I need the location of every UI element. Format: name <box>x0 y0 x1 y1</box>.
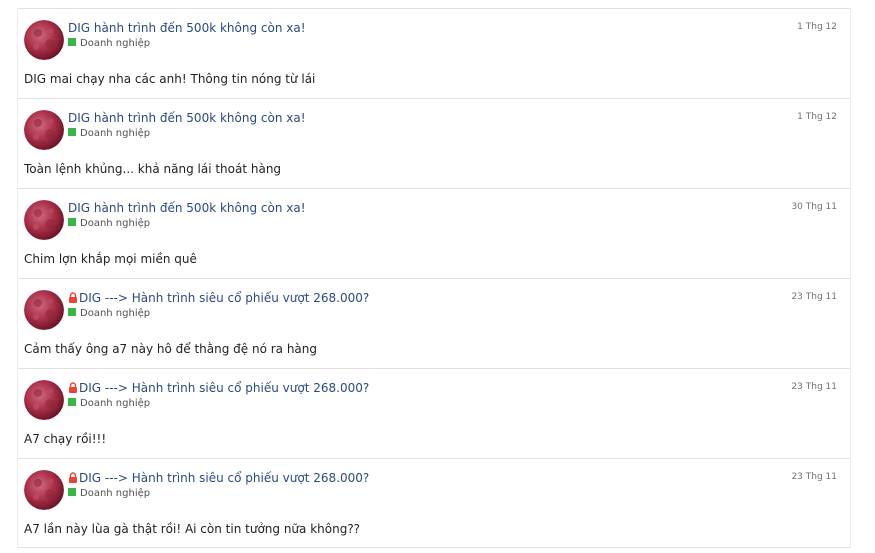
post-snippet: Cảm thấy ông a7 này hô để thằng đệ nó ra… <box>24 342 318 356</box>
green-square-icon <box>68 488 76 496</box>
post-title-link[interactable]: DIG hành trình đến 500k không còn xa! <box>68 21 306 35</box>
post-title-link[interactable]: DIG ---> Hành trình siêu cổ phiếu vượt 2… <box>79 291 369 305</box>
post-feed: DIG hành trình đến 500k không còn xa! Do… <box>17 8 851 548</box>
post-title-line: DIG hành trình đến 500k không còn xa! <box>68 20 306 36</box>
category-text: Doanh nghiệp <box>80 488 151 499</box>
avatar-icon[interactable] <box>24 290 64 330</box>
post-date: 1 Thg 12 <box>797 22 837 32</box>
post-title-link[interactable]: DIG ---> Hành trình siêu cổ phiếu vượt 2… <box>79 471 369 485</box>
category-label[interactable]: Doanh nghiệp <box>68 487 150 500</box>
category-label[interactable]: Doanh nghiệp <box>68 397 150 410</box>
post-date: 1 Thg 12 <box>797 112 837 122</box>
post-date: 30 Thg 11 <box>791 202 837 212</box>
category-label[interactable]: Doanh nghiệp <box>68 127 150 140</box>
category-text: Doanh nghiệp <box>80 398 151 409</box>
avatar-icon[interactable] <box>24 470 64 510</box>
post-title-line: DIG ---> Hành trình siêu cổ phiếu vượt 2… <box>68 470 369 486</box>
avatar-icon[interactable] <box>24 110 64 150</box>
post-title-line: DIG hành trình đến 500k không còn xa! <box>68 110 306 126</box>
post-snippet: DIG mai chạy nha các anh! Thông tin nóng… <box>24 72 316 86</box>
lock-icon <box>69 472 77 483</box>
post-date: 23 Thg 11 <box>791 382 837 392</box>
post-snippet: Toàn lệnh khủng... khả năng lái thoát hà… <box>24 162 282 176</box>
green-square-icon <box>68 308 76 316</box>
page: DIG hành trình đến 500k không còn xa! Do… <box>0 0 875 553</box>
post-item: DIG ---> Hành trình siêu cổ phiếu vượt 2… <box>18 458 850 548</box>
green-square-icon <box>68 38 76 46</box>
green-square-icon <box>68 218 76 226</box>
post-date: 23 Thg 11 <box>791 472 837 482</box>
lock-icon <box>69 292 77 303</box>
category-label[interactable]: Doanh nghiệp <box>68 37 150 50</box>
post-title-line: DIG ---> Hành trình siêu cổ phiếu vượt 2… <box>68 290 369 306</box>
post-item: DIG ---> Hành trình siêu cổ phiếu vượt 2… <box>18 368 850 458</box>
avatar-icon[interactable] <box>24 380 64 420</box>
post-title-link[interactable]: DIG hành trình đến 500k không còn xa! <box>68 111 306 125</box>
post-item: DIG ---> Hành trình siêu cổ phiếu vượt 2… <box>18 278 850 368</box>
post-title-line: DIG ---> Hành trình siêu cổ phiếu vượt 2… <box>68 380 369 396</box>
green-square-icon <box>68 128 76 136</box>
avatar-icon[interactable] <box>24 200 64 240</box>
post-snippet: A7 lần này lùa gà thật rồi! Ai còn tin t… <box>24 522 361 536</box>
category-label[interactable]: Doanh nghiệp <box>68 217 150 230</box>
post-snippet: A7 chạy rồi!!! <box>24 432 107 446</box>
post-item: DIG hành trình đến 500k không còn xa! Do… <box>18 8 850 98</box>
post-item: DIG hành trình đến 500k không còn xa! Do… <box>18 98 850 188</box>
category-text: Doanh nghiệp <box>80 218 151 229</box>
category-label[interactable]: Doanh nghiệp <box>68 307 150 320</box>
post-item: DIG hành trình đến 500k không còn xa! Do… <box>18 188 850 278</box>
post-title-link[interactable]: DIG hành trình đến 500k không còn xa! <box>68 201 306 215</box>
post-date: 23 Thg 11 <box>791 292 837 302</box>
category-text: Doanh nghiệp <box>80 38 151 49</box>
avatar-icon[interactable] <box>24 20 64 60</box>
post-title-link[interactable]: DIG ---> Hành trình siêu cổ phiếu vượt 2… <box>79 381 369 395</box>
green-square-icon <box>68 398 76 406</box>
lock-icon <box>69 382 77 393</box>
category-text: Doanh nghiệp <box>80 308 151 319</box>
post-title-line: DIG hành trình đến 500k không còn xa! <box>68 200 306 216</box>
post-snippet: Chim lợn khắp mọi miền quê <box>24 252 197 266</box>
category-text: Doanh nghiệp <box>80 128 151 139</box>
